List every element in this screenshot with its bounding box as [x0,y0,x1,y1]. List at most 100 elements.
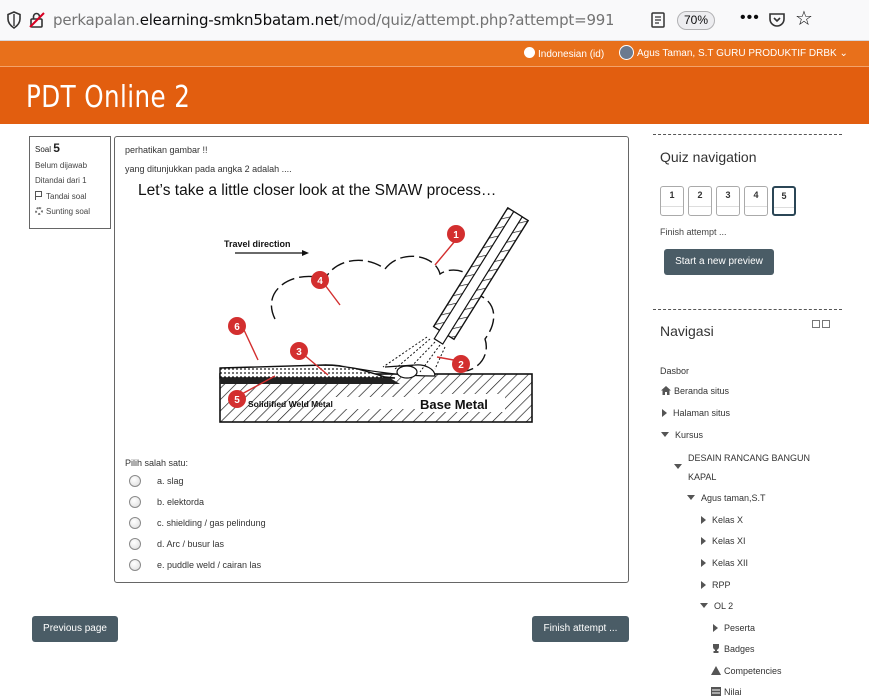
chevron-down-icon [661,432,669,437]
radio-c[interactable] [129,517,141,529]
chevron-right-icon [701,581,706,589]
quiz-nav-page-3-label: 3 [717,187,739,207]
answer-label-a[interactable]: a. slag [157,476,184,486]
nav-dasbor[interactable]: Dasbor [660,366,689,376]
marker-5: 5 [234,395,240,406]
nav-ol2[interactable]: OL 2 [700,601,733,611]
radio-d[interactable] [129,538,141,550]
nav-kelas-xi-label: Kelas XI [712,536,746,546]
shield-icon[interactable] [6,11,22,29]
site-title[interactable]: PDT Online 2 [26,80,190,115]
marker-1: 1 [453,230,459,241]
nav-agus-taman[interactable]: Agus taman,S.T [687,493,766,503]
question-grade: Ditandai dari 1 [35,176,87,185]
answer-prompt: Pilih salah satu: [125,458,189,468]
quiz-nav-page-5-current[interactable]: 5 [772,186,796,216]
page-actions-icon[interactable]: ••• [740,9,760,27]
finish-attempt-link[interactable]: Finish attempt ... [660,227,727,237]
home-icon [661,386,671,395]
language-label: Indonesian (id) [538,49,605,60]
quiz-nav-page-2[interactable]: 2 [688,186,712,216]
answer-label-c[interactable]: c. shielding / gas pelindung [157,518,266,528]
flag-icon [35,191,42,200]
edit-question-link[interactable]: Sunting soal [35,207,105,216]
nav-rpp[interactable]: RPP [701,580,731,590]
dock-block-icon[interactable] [812,320,820,328]
question-state: Belum dijawab [35,161,88,170]
answer-option-b[interactable]: b. elektorda [129,493,204,511]
nav-rpp-label: RPP [712,580,731,590]
nav-kelas-x[interactable]: Kelas X [701,515,743,525]
bookmark-star-icon[interactable]: ☆ [795,9,813,29]
nav-competencies-label: Competencies [724,666,782,676]
quiz-nav-page-4[interactable]: 4 [744,186,768,216]
marker-3: 3 [296,347,302,358]
flag-question-link[interactable]: Tandai soal [35,191,105,201]
chevron-down-icon: ⌄ [839,48,848,59]
url-prefix: perkapalan. [53,11,140,29]
user-menu[interactable]: Agus Taman, S.T GURU PRODUKTIF DRBK ⌄ [619,45,848,60]
quiz-nav-page-5-label: 5 [774,188,794,208]
grades-icon [711,687,721,696]
nav-nilai-label: Nilai [724,687,742,697]
reader-view-icon[interactable] [650,11,666,29]
globe-icon [524,47,535,58]
chevron-down-icon [700,603,708,608]
language-menu[interactable]: Indonesian (id) [524,47,604,60]
nav-course-desain-line2[interactable]: KAPAL [688,472,716,482]
previous-page-button[interactable]: Previous page [32,616,118,642]
nav-beranda-situs[interactable]: Beranda situs [661,386,729,396]
avatar [619,45,634,60]
quiz-nav-page-1[interactable]: 1 [660,186,684,216]
nav-course-desain[interactable]: DESAIN RANCANG BANGUN [674,453,810,469]
nav-kelas-x-label: Kelas X [712,515,744,525]
marker-2: 2 [458,360,464,371]
quiz-nav-page-3[interactable]: 3 [716,186,740,216]
nav-badges-label: Badges [724,644,755,654]
marker-4: 4 [317,276,323,287]
answer-label-e[interactable]: e. puddle weld / cairan las [157,560,261,570]
radio-b[interactable] [129,496,141,508]
question-content: perhatikan gambar !! yang ditunjukkan pa… [114,136,629,583]
browser-toolbar: perkapalan.elearning-smkn5batam.net/mod/… [0,0,869,41]
nav-beranda-situs-label: Beranda situs [674,386,730,396]
answer-label-d[interactable]: d. Arc / busur las [157,539,224,549]
nav-course-desain-label: DESAIN RANCANG BANGUN [688,453,811,463]
collapse-block-icon[interactable] [822,320,830,328]
chevron-right-icon [662,409,667,417]
nav-kelas-xii[interactable]: Kelas XII [701,558,748,568]
user-name: Agus Taman, S.T GURU PRODUKTIF DRBK [637,48,837,59]
insecure-lock-icon[interactable] [28,11,46,29]
answer-option-c[interactable]: c. shielding / gas pelindung [129,514,266,532]
start-new-preview-button[interactable]: Start a new preview [664,249,774,275]
zoom-level-button[interactable]: 70% [677,11,715,30]
answer-option-e[interactable]: e. puddle weld / cairan las [129,556,261,574]
nav-halaman-situs[interactable]: Halaman situs [662,408,730,418]
finish-attempt-button[interactable]: Finish attempt ... [532,616,629,642]
nav-peserta[interactable]: Peserta [713,623,755,633]
answer-option-d[interactable]: d. Arc / busur las [129,535,224,553]
quiz-nav-page-2-label: 2 [689,187,711,207]
question-info: Soal 5 Belum dijawab Ditandai dari 1 Tan… [29,136,111,229]
nav-badges[interactable]: Badges [711,644,755,654]
pocket-icon[interactable] [768,11,786,29]
edit-question-label: Sunting soal [46,207,91,216]
chevron-right-icon [701,559,706,567]
smaw-process-figure: Let’s take a little closer look at the S… [138,182,533,423]
figure-heading: Let’s take a little closer look at the S… [138,182,496,199]
chevron-down-icon [687,495,695,500]
quiz-nav-page-4-label: 4 [745,187,767,207]
radio-e[interactable] [129,559,141,571]
chevron-right-icon [701,537,706,545]
radio-a[interactable] [129,475,141,487]
nav-kelas-xi[interactable]: Kelas XI [701,536,746,546]
address-bar[interactable]: perkapalan.elearning-smkn5batam.net/mod/… [53,11,613,29]
answer-label-b[interactable]: b. elektorda [157,497,204,507]
chevron-down-icon [674,464,682,469]
answer-option-a[interactable]: a. slag [129,472,184,490]
figure-solidified-label: Solidified Weld Metal [248,399,333,409]
nav-competencies[interactable]: Competencies [711,666,782,676]
nav-nilai[interactable]: Nilai [711,687,742,697]
chevron-right-icon [713,624,718,632]
nav-kursus[interactable]: Kursus [661,430,703,440]
